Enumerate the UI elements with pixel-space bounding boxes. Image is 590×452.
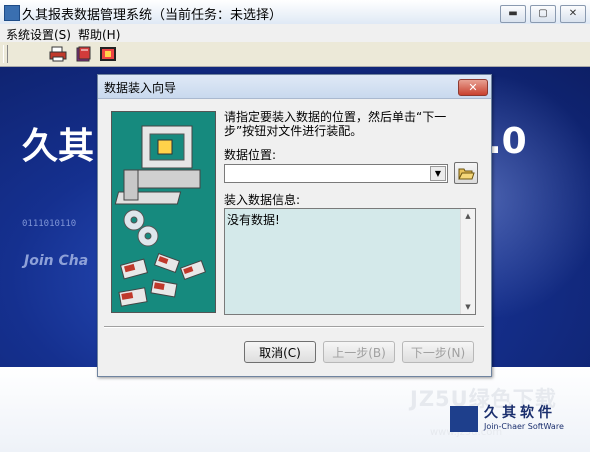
button-separator: [104, 326, 484, 328]
next-button[interactable]: 下一步(N): [402, 341, 474, 363]
scroll-down-icon[interactable]: ▼: [462, 301, 474, 313]
scroll-up-icon[interactable]: ▲: [462, 210, 474, 222]
splash-join-text: Join Cha: [24, 253, 89, 269]
printer-icon[interactable]: [49, 45, 67, 63]
logo-mark-icon: [450, 406, 478, 432]
menu-help[interactable]: 帮助(H): [78, 26, 120, 43]
app-title: 久其报表数据管理系统（当前任务：未选择）: [22, 8, 283, 23]
logo-cn: 久其软件: [484, 405, 556, 421]
app-titlebar: 久其报表数据管理系统（当前任务：未选择） ▬ ▢ ✕: [0, 0, 590, 25]
app-icon: [4, 5, 20, 21]
maximize-button[interactable]: ▢: [530, 5, 556, 23]
company-logo: 久其软件 Join-Chaer SoftWare: [450, 400, 580, 434]
film-icon[interactable]: [99, 45, 117, 63]
splash-headline-right: .0: [488, 121, 527, 162]
cancel-button[interactable]: 取消(C): [244, 341, 316, 363]
menu-bar: 系统设置(S) 帮助(H): [0, 24, 590, 42]
splash-headline-left: 久其: [22, 126, 95, 167]
dialog-title: 数据装入向导: [104, 81, 177, 95]
dialog-close-button[interactable]: ✕: [458, 79, 488, 96]
chevron-down-icon[interactable]: ▼: [430, 166, 446, 181]
close-button[interactable]: ✕: [560, 5, 586, 23]
import-info-textarea[interactable]: 没有数据! ▲ ▼: [224, 208, 476, 315]
import-wizard-dialog: 数据装入向导 ✕ 请指定要装入数据的位置，然后单击“下一步”按钮对文件进行装配。…: [97, 74, 492, 377]
info-scrollbar[interactable]: ▲ ▼: [460, 209, 475, 314]
menu-system-settings[interactable]: 系统设置(S): [6, 26, 71, 43]
minimize-button[interactable]: ▬: [500, 5, 526, 23]
toolbar: [0, 42, 590, 67]
location-label: 数据位置:: [224, 148, 277, 162]
logo-en: Join-Chaer SoftWare: [484, 422, 564, 431]
wizard-illustration: [111, 111, 216, 313]
import-info-text: 没有数据!: [227, 213, 280, 227]
toolbar-grip[interactable]: [3, 45, 8, 63]
dialog-titlebar[interactable]: 数据装入向导 ✕: [98, 75, 491, 99]
splash-binary-text: 0111010110: [22, 219, 77, 229]
folder-open-icon: [458, 168, 475, 180]
browse-folder-button[interactable]: [454, 162, 478, 184]
prev-button[interactable]: 上一步(B): [323, 341, 395, 363]
wizard-instruction: 请指定要装入数据的位置，然后单击“下一步”按钮对文件进行装配。: [224, 110, 447, 138]
location-combobox[interactable]: ▼: [224, 164, 448, 183]
book-icon[interactable]: [75, 45, 93, 63]
info-label: 装入数据信息:: [224, 193, 301, 207]
